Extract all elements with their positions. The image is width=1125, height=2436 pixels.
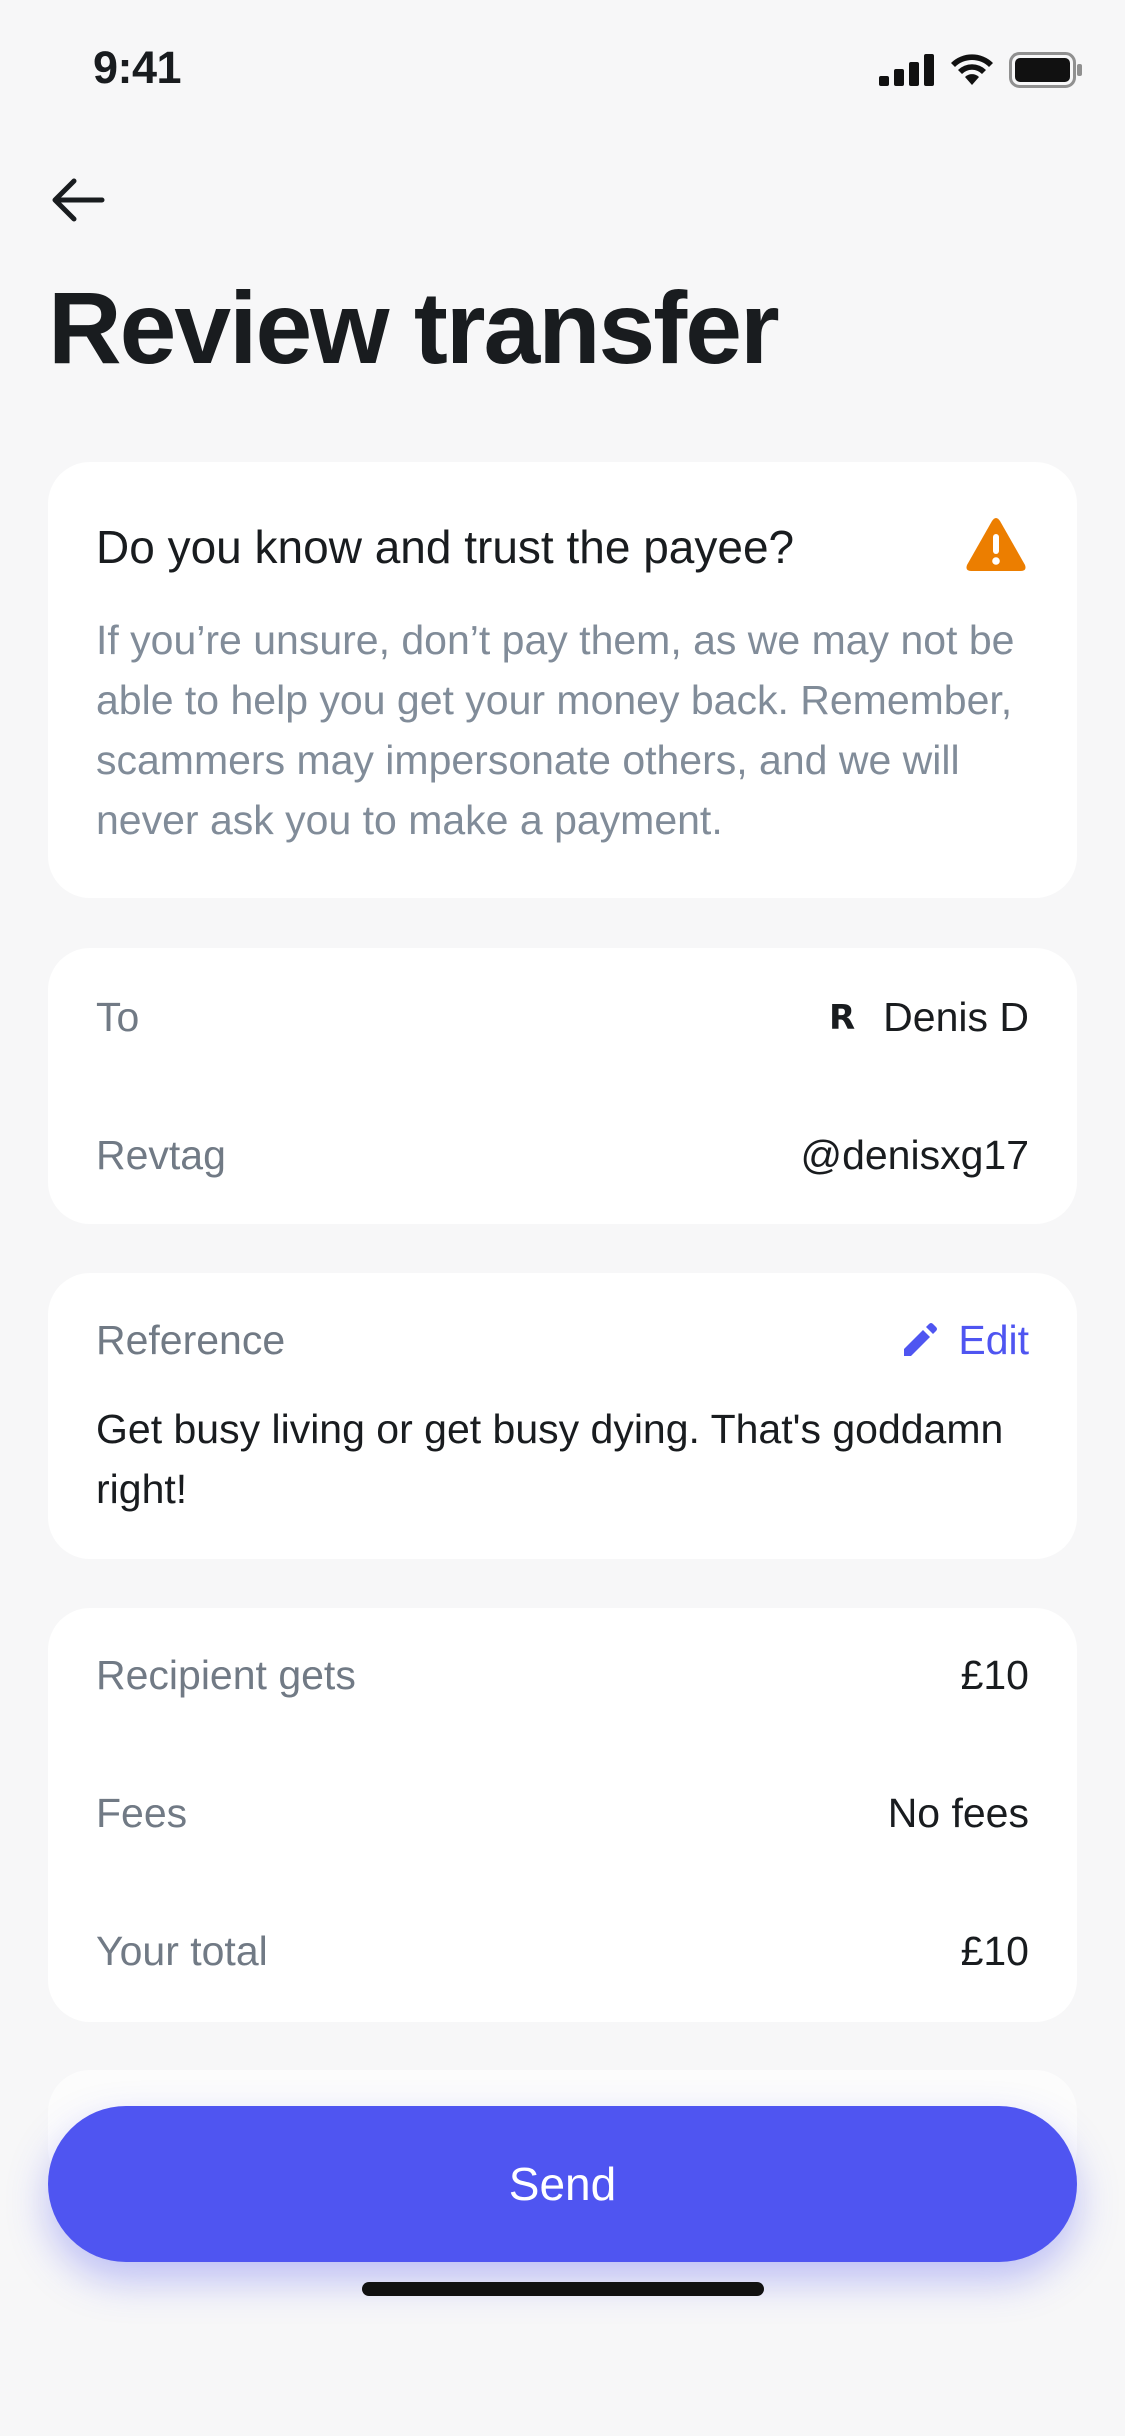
wifi-icon [951,54,993,85]
recipient-gets-row: Recipient gets £10 [96,1652,1029,1699]
to-label: To [96,994,140,1040]
review-transfer-screen: 9:41 Review transfer Do you know and tru… [0,0,1125,2436]
amounts-card: Recipient gets £10 Fees No fees Your tot… [48,1608,1077,2022]
reference-card: Reference Edit Get busy living or get bu… [48,1273,1077,1559]
status-time: 9:41 [93,42,182,93]
recipient-gets-label: Recipient gets [96,1652,356,1698]
warning-body: If you’re unsure, don’t pay them, as we … [96,617,1015,843]
send-button[interactable]: Send [48,2106,1077,2262]
warning-triangle-icon [966,518,1026,571]
reference-header: Reference Edit [96,1317,1029,1364]
battery-icon [1009,52,1082,88]
total-label: Your total [96,1928,268,1974]
payee: R Denis D [829,994,1029,1041]
revtag-label: Revtag [96,1132,226,1178]
edit-label: Edit [958,1317,1029,1363]
cellular-signal-icon [879,54,934,86]
to-row: To R Denis D [96,994,1029,1041]
status-icons [879,52,1083,88]
reference-label: Reference [96,1317,286,1363]
recipient-gets-value: £10 [960,1652,1029,1698]
revolut-logo: R [828,997,856,1038]
fees-value: No fees [887,1790,1029,1836]
edit-reference-button[interactable]: Edit [900,1317,1029,1364]
arrow-left-icon [52,178,105,222]
total-value: £10 [960,1928,1029,1974]
back-button[interactable] [48,170,108,230]
page-title: Review transfer [48,271,780,385]
recipient-card: To R Denis D Revtag @denisxg17 [48,948,1077,1224]
warning-title: Do you know and trust the payee? [96,521,795,573]
total-row: Your total £10 [96,1928,1029,1975]
home-indicator[interactable] [362,2282,764,2296]
fees-row: Fees No fees [96,1790,1029,1837]
fees-label: Fees [96,1790,188,1836]
payee-warning-card: Do you know and trust the payee? If you’… [48,462,1077,898]
revtag-value: @denisxg17 [800,1132,1029,1178]
payee-name: Denis D [883,994,1029,1040]
revtag-row: Revtag @denisxg17 [96,1132,1029,1179]
pencil-icon [904,1322,938,1356]
reference-text: Get busy living or get busy dying. That'… [96,1406,1004,1512]
